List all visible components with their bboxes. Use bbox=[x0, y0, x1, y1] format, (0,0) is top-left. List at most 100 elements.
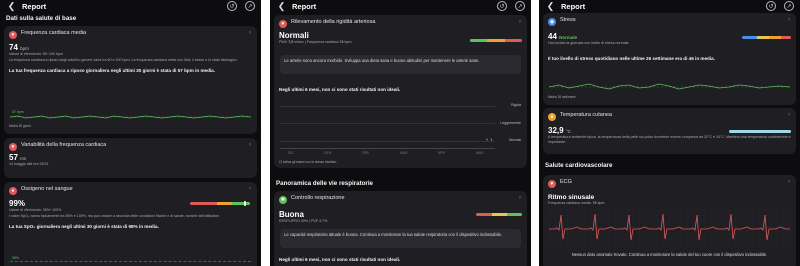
history-icon[interactable]: ↺ bbox=[766, 1, 776, 11]
top-bar: ❮ Report ↺ ↗ bbox=[270, 0, 531, 13]
skin-temp-range-bar bbox=[729, 130, 791, 133]
heart-icon: ♥ bbox=[9, 143, 17, 151]
page-title: Report bbox=[22, 2, 47, 11]
heart-icon: ♥ bbox=[279, 20, 287, 28]
level-rigida: Rigida bbox=[511, 103, 521, 107]
month-label: MAR bbox=[400, 151, 408, 155]
stress-sparkline bbox=[549, 83, 790, 90]
arterial-stiffness-card[interactable]: ♥ Rilevamento della rigidità arteriosa ›… bbox=[274, 15, 527, 168]
chevron-right-icon: › bbox=[788, 179, 790, 185]
hrv-title: Variabilità della frequenza cardiaca bbox=[21, 142, 107, 148]
spo2-reference: Valore di riferimento: 95%~100% bbox=[9, 208, 62, 212]
grid-line bbox=[280, 123, 495, 124]
breathing-summary: Negli ultimi 6 mesi, non ci sono stati r… bbox=[279, 257, 401, 262]
chart-axis bbox=[280, 148, 495, 149]
hrv-time: 14 maggio alle ore 08:31 bbox=[9, 162, 49, 166]
chevron-right-icon: › bbox=[519, 195, 521, 201]
stiffness-advice: Le arterie sono ancora morbide. Sviluppa… bbox=[284, 58, 480, 63]
stress-icon: ◉ bbox=[548, 18, 556, 26]
share-icon[interactable]: ↗ bbox=[515, 1, 525, 11]
ecg-result: Ritmo sinusale bbox=[548, 194, 595, 201]
ecg-advice: Nessun dato anomalo trovato. Continua a … bbox=[571, 252, 768, 257]
share-icon[interactable]: ↗ bbox=[784, 1, 794, 11]
lungs-icon: ✱ bbox=[279, 196, 287, 204]
breathing-range-bar bbox=[476, 213, 522, 216]
breathing-meta: RESPI-IPRO 40% | PVE 3,7% bbox=[279, 219, 328, 223]
heart-rate-source: Media 30 giorni bbox=[9, 124, 31, 128]
heart-rate-summary: La tua frequenza cardiaca a riposo giorn… bbox=[9, 67, 216, 73]
skin-temp-description: A temperatura ambiente tipica, la temper… bbox=[548, 135, 791, 144]
chevron-right-icon: › bbox=[788, 112, 790, 118]
section-title-respiratory: Panoramica delle vie respiratorie bbox=[276, 180, 373, 187]
chevron-right-icon: › bbox=[249, 142, 251, 148]
back-arrow-icon[interactable]: ❮ bbox=[275, 0, 288, 13]
heart-icon: ♥ bbox=[9, 31, 17, 39]
stiffness-result-marks: ◐ ◐ bbox=[486, 137, 494, 143]
history-icon[interactable]: ↺ bbox=[497, 1, 507, 11]
ecg-hr: Frequenza cardiaca media: 74 bpm bbox=[548, 201, 605, 205]
hrv-value: 57 ms bbox=[9, 153, 27, 162]
heart-rate-reference: Valore di riferimento: 60~100 bpm bbox=[9, 52, 63, 56]
stress-card[interactable]: ◉ Stress › 44 Normale Hai iniziato la gi… bbox=[543, 13, 796, 105]
heart-rate-card[interactable]: ♥ Frequenza cardiaca media › 74 bpm Valo… bbox=[4, 26, 257, 134]
spo2-range-bar bbox=[190, 202, 250, 205]
month-label: DIC bbox=[288, 151, 294, 155]
spo2-description: I valori SpO₂ vanno tipicamente tra 95% … bbox=[9, 213, 221, 218]
screen-stress-cardio: ❮ Report ↺ ↗ ◉ Stress › 44 Normale Hai i… bbox=[539, 0, 800, 266]
month-label: GEN bbox=[324, 151, 332, 155]
share-icon[interactable]: ↗ bbox=[245, 1, 255, 11]
month-label: FEB bbox=[362, 151, 369, 155]
heart-rate-title: Frequenza cardiaca media bbox=[21, 30, 87, 36]
stiffness-summary: Negli ultimi 6 mesi, non ci sono stati r… bbox=[279, 87, 401, 92]
heart-rate-description: La frequenza cardiaca a riposo degli adu… bbox=[9, 57, 238, 62]
section-title-basic: Dati sulla salute di base bbox=[6, 15, 77, 22]
spo2-title: Ossigeno nel sangue bbox=[21, 186, 73, 192]
level-leggermente: Leggermente bbox=[500, 121, 521, 125]
grid-line bbox=[280, 106, 495, 107]
heart-rate-sparkline bbox=[10, 115, 251, 119]
stiffness-range-bar bbox=[470, 39, 522, 42]
thermometer-icon: ● bbox=[548, 113, 556, 121]
breathing-advice: Le capacità respiratoria attuale è buona… bbox=[284, 232, 503, 237]
ecg-icon: ♥ bbox=[548, 180, 556, 188]
spo2-card[interactable]: ● Ossigeno nel sangue › 99% Valore di ri… bbox=[4, 182, 257, 266]
page-title: Report bbox=[292, 2, 317, 11]
skin-temp-card[interactable]: ● Temperatura cutanea › 32,9 °C A temper… bbox=[543, 108, 796, 154]
back-arrow-icon[interactable]: ❮ bbox=[5, 0, 18, 13]
back-arrow-icon[interactable]: ❮ bbox=[544, 0, 557, 13]
skin-temp-title: Temperatura cutanea bbox=[560, 112, 612, 118]
spo2-chart-value: 98% bbox=[12, 256, 20, 260]
screen-basic-health: ❮ Report ↺ ↗ Dati sulla salute di base ♥… bbox=[0, 0, 261, 266]
screen-respiratory: ❮ Report ↺ ↗ ♥ Rilevamento della rigidit… bbox=[270, 0, 531, 266]
ecg-card[interactable]: ♥ ECG › Ritmo sinusale Frequenza cardiac… bbox=[543, 175, 796, 266]
history-icon[interactable]: ↺ bbox=[227, 1, 237, 11]
chevron-right-icon: › bbox=[519, 19, 521, 25]
stress-source: Media 26 settimane bbox=[548, 95, 576, 99]
page-title: Report bbox=[561, 2, 586, 11]
ecg-waveform bbox=[549, 209, 790, 247]
stress-subtitle: Hai iniziato la giornata con livello di … bbox=[548, 41, 630, 45]
month-label: APR bbox=[438, 151, 445, 155]
chevron-right-icon: › bbox=[788, 17, 790, 23]
drop-icon: ● bbox=[9, 187, 17, 195]
spo2-summary: La tua SpO₂ giornaliera negli ultimi 30 … bbox=[9, 223, 159, 229]
stiffness-advice-box: Le arterie sono ancora morbide. Sviluppa… bbox=[280, 55, 521, 74]
top-bar: ❮ Report ↺ ↗ bbox=[0, 0, 261, 13]
breathing-card[interactable]: ✱ Controllo respirazione › Buona RESPI-I… bbox=[274, 191, 527, 266]
stress-title: Stress bbox=[560, 17, 576, 23]
chevron-right-icon: › bbox=[249, 30, 251, 36]
grid-line bbox=[280, 141, 495, 142]
heart-rate-value: 74 bpm bbox=[9, 43, 29, 52]
chevron-right-icon: › bbox=[249, 186, 251, 192]
spo2-baseline bbox=[10, 261, 251, 262]
section-title-cardio: Salute cardiovascolare bbox=[545, 162, 613, 169]
stress-summary: Il tuo livello di stress quotidiano nell… bbox=[548, 55, 715, 61]
ecg-title: ECG bbox=[560, 179, 572, 185]
hrv-card[interactable]: ♥ Variabilità della frequenza cardiaca ›… bbox=[4, 138, 257, 178]
top-bar: ❮ Report ↺ ↗ bbox=[539, 0, 800, 13]
month-label: MAG bbox=[476, 151, 484, 155]
level-normali: Normali bbox=[508, 138, 521, 142]
stress-range-bar bbox=[742, 36, 791, 39]
stiffness-title: Rilevamento della rigidità arteriosa bbox=[291, 19, 376, 25]
breathing-advice-box: Le capacità respiratoria attuale è buona… bbox=[280, 229, 521, 248]
